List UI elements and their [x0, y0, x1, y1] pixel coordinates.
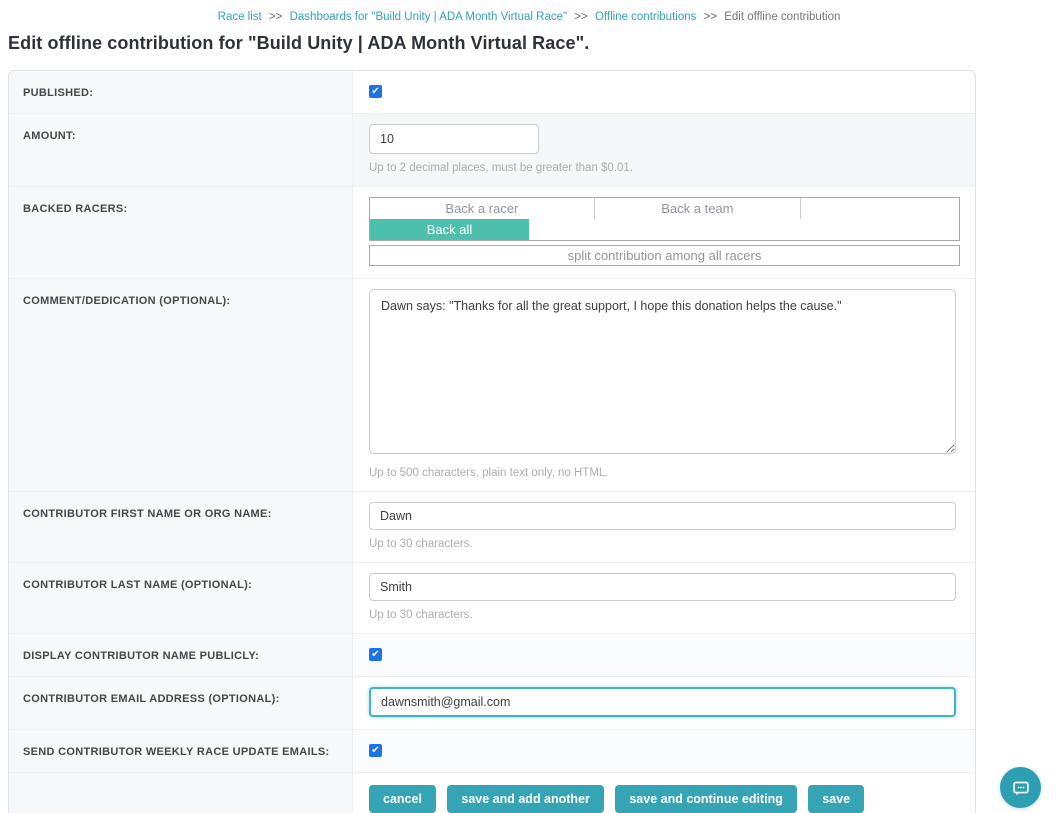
- tab-back-all-selected[interactable]: Back all: [370, 219, 529, 240]
- weekly-emails-checkbox[interactable]: ✔: [369, 744, 382, 757]
- backed-racers-selected-row: Back all: [370, 219, 959, 240]
- comment-label-cell: COMMENT/DEDICATION (OPTIONAL):: [9, 279, 353, 491]
- edit-form-panel: PUBLISHED: ✔ AMOUNT: Up to 2 decimal pla…: [8, 70, 976, 813]
- breadcrumb-current: Edit offline contribution: [724, 11, 840, 23]
- form-row-last-name: CONTRIBUTOR LAST NAME (OPTIONAL): Up to …: [9, 563, 975, 634]
- breadcrumb-link-dashboards[interactable]: Dashboards for "Build Unity | ADA Month …: [290, 11, 568, 23]
- last-name-field-cell: Up to 30 characters.: [353, 563, 976, 633]
- first-name-field-cell: Up to 30 characters.: [353, 492, 976, 562]
- comment-label: COMMENT/DEDICATION (OPTIONAL):: [23, 295, 230, 307]
- breadcrumb-separator: >>: [269, 11, 282, 23]
- published-field-cell: ✔: [353, 71, 975, 113]
- save-and-add-another-button[interactable]: save and add another: [447, 785, 604, 813]
- amount-field-cell: Up to 2 decimal places, must be greater …: [353, 114, 975, 186]
- display-publicly-label-cell: DISPLAY CONTRIBUTOR NAME PUBLICLY:: [9, 634, 353, 676]
- split-contribution-button[interactable]: split contribution among all racers: [369, 245, 960, 266]
- save-button[interactable]: save: [808, 785, 864, 813]
- weekly-emails-label-cell: SEND CONTRIBUTOR WEEKLY RACE UPDATE EMAI…: [9, 730, 353, 772]
- comment-textarea[interactable]: Dawn says: "Thanks for all the great sup…: [369, 289, 956, 454]
- form-row-first-name: CONTRIBUTOR FIRST NAME OR ORG NAME: Up t…: [9, 492, 975, 563]
- amount-help-text: Up to 2 decimal places, must be greater …: [369, 162, 955, 174]
- page-title: Edit offline contribution for "Build Uni…: [8, 33, 1058, 54]
- backed-racers-field-cell: Back a racer Back a team Back all split …: [353, 187, 976, 278]
- edit-offline-contribution-page: Race list >> Dashboards for "Build Unity…: [0, 0, 1058, 813]
- amount-label: AMOUNT:: [23, 130, 76, 142]
- form-row-amount: AMOUNT: Up to 2 decimal places, must be …: [9, 114, 975, 187]
- email-label-cell: CONTRIBUTOR EMAIL ADDRESS (OPTIONAL):: [9, 677, 353, 729]
- display-publicly-field-cell: ✔: [353, 634, 975, 676]
- backed-racers-tabs: Back a racer Back a team Back all: [369, 197, 960, 241]
- amount-label-cell: AMOUNT:: [9, 114, 353, 186]
- comment-field-cell: Dawn says: "Thanks for all the great sup…: [353, 279, 976, 491]
- buttons-field-cell: cancel save and add another save and con…: [353, 773, 975, 813]
- last-name-label-cell: CONTRIBUTOR LAST NAME (OPTIONAL):: [9, 563, 353, 633]
- chat-bubble-icon: [1010, 777, 1032, 799]
- form-row-buttons: cancel save and add another save and con…: [9, 773, 975, 813]
- breadcrumb-link-race-list[interactable]: Race list: [218, 11, 262, 23]
- published-label: PUBLISHED:: [23, 87, 93, 99]
- buttons-label-cell: [9, 773, 353, 813]
- breadcrumb-separator: >>: [704, 11, 717, 23]
- form-row-weekly-emails: SEND CONTRIBUTOR WEEKLY RACE UPDATE EMAI…: [9, 730, 975, 773]
- form-row-email: CONTRIBUTOR EMAIL ADDRESS (OPTIONAL):: [9, 677, 975, 730]
- tab-empty: [800, 198, 959, 219]
- comment-help-text: Up to 500 characters, plain text only, n…: [369, 467, 956, 479]
- form-row-display-publicly: DISPLAY CONTRIBUTOR NAME PUBLICLY: ✔: [9, 634, 975, 677]
- published-checkbox[interactable]: ✔: [369, 85, 382, 98]
- first-name-label: CONTRIBUTOR FIRST NAME OR ORG NAME:: [23, 508, 272, 520]
- weekly-emails-field-cell: ✔: [353, 730, 975, 772]
- backed-racers-label: BACKED RACERS:: [23, 203, 127, 215]
- save-and-continue-editing-button[interactable]: save and continue editing: [615, 785, 797, 813]
- email-input[interactable]: [369, 687, 956, 717]
- form-row-backed-racers: BACKED RACERS: Back a racer Back a team …: [9, 187, 975, 279]
- chat-fab-button[interactable]: [1000, 767, 1041, 808]
- published-label-cell: PUBLISHED:: [9, 71, 353, 113]
- last-name-help-text: Up to 30 characters.: [369, 609, 956, 621]
- cancel-button[interactable]: cancel: [369, 785, 436, 813]
- tab-back-a-team[interactable]: Back a team: [594, 198, 800, 219]
- display-publicly-checkbox[interactable]: ✔: [369, 648, 382, 661]
- email-label: CONTRIBUTOR EMAIL ADDRESS (OPTIONAL):: [23, 693, 280, 705]
- breadcrumb: Race list >> Dashboards for "Build Unity…: [0, 0, 1058, 23]
- email-field-cell: [353, 677, 976, 729]
- form-row-published: PUBLISHED: ✔: [9, 71, 975, 114]
- display-publicly-label: DISPLAY CONTRIBUTOR NAME PUBLICLY:: [23, 650, 259, 662]
- backed-racers-tab-row: Back a racer Back a team: [370, 198, 959, 219]
- breadcrumb-separator: >>: [574, 11, 587, 23]
- amount-input[interactable]: [369, 124, 539, 154]
- form-row-comment: COMMENT/DEDICATION (OPTIONAL): Dawn says…: [9, 279, 975, 492]
- backed-racers-label-cell: BACKED RACERS:: [9, 187, 353, 278]
- tab-back-a-racer[interactable]: Back a racer: [370, 198, 594, 219]
- first-name-help-text: Up to 30 characters.: [369, 538, 956, 550]
- weekly-emails-label: SEND CONTRIBUTOR WEEKLY RACE UPDATE EMAI…: [23, 746, 329, 758]
- last-name-input[interactable]: [369, 573, 956, 601]
- last-name-label: CONTRIBUTOR LAST NAME (OPTIONAL):: [23, 579, 252, 591]
- breadcrumb-link-offline-contributions[interactable]: Offline contributions: [595, 11, 696, 23]
- first-name-input[interactable]: [369, 502, 956, 530]
- first-name-label-cell: CONTRIBUTOR FIRST NAME OR ORG NAME:: [9, 492, 353, 562]
